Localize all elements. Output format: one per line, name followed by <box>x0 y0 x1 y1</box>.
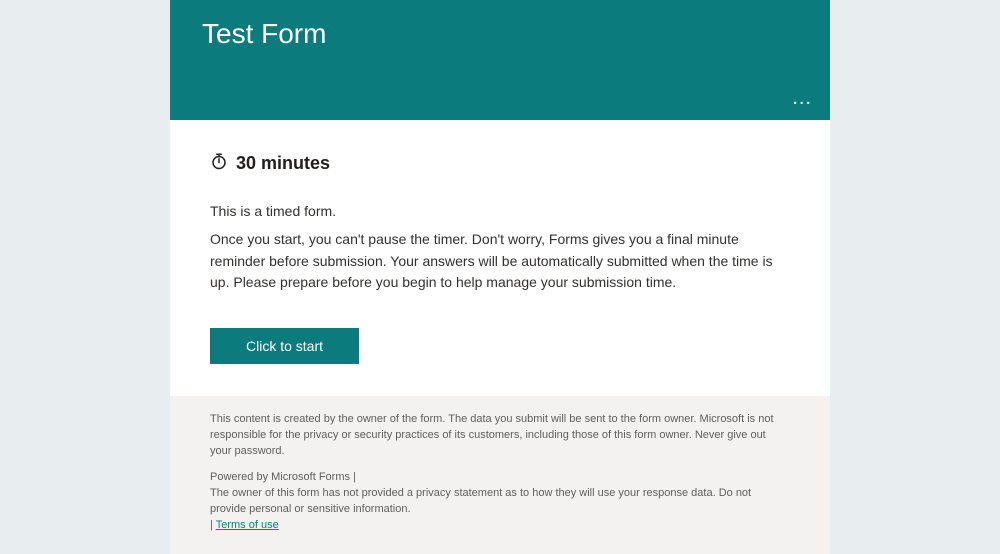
form-container: Test Form ... 30 minutes This is a timed… <box>170 0 830 554</box>
ellipsis-icon: ... <box>792 87 812 109</box>
powered-by-text: Powered by Microsoft Forms <box>210 471 350 483</box>
separator: | <box>353 471 356 483</box>
footer-disclaimer: This content is created by the owner of … <box>210 412 790 460</box>
terms-link[interactable]: Terms of use <box>216 519 279 531</box>
start-button[interactable]: Click to start <box>210 328 359 364</box>
stopwatch-icon <box>210 152 228 175</box>
privacy-note: The owner of this form has not provided … <box>210 487 751 515</box>
form-body-card: 30 minutes This is a timed form. Once yo… <box>170 120 830 396</box>
form-title: Test Form <box>202 18 798 50</box>
timer-row: 30 minutes <box>210 152 790 175</box>
timer-duration: 30 minutes <box>236 153 330 174</box>
more-options-button[interactable]: ... <box>792 88 812 108</box>
form-header: Test Form ... <box>170 0 830 120</box>
form-footer: This content is created by the owner of … <box>170 396 830 554</box>
footer-details: Powered by Microsoft Forms | The owner o… <box>210 470 790 534</box>
body-text: Once you start, you can't pause the time… <box>210 229 790 294</box>
intro-text: This is a timed form. <box>210 203 790 219</box>
